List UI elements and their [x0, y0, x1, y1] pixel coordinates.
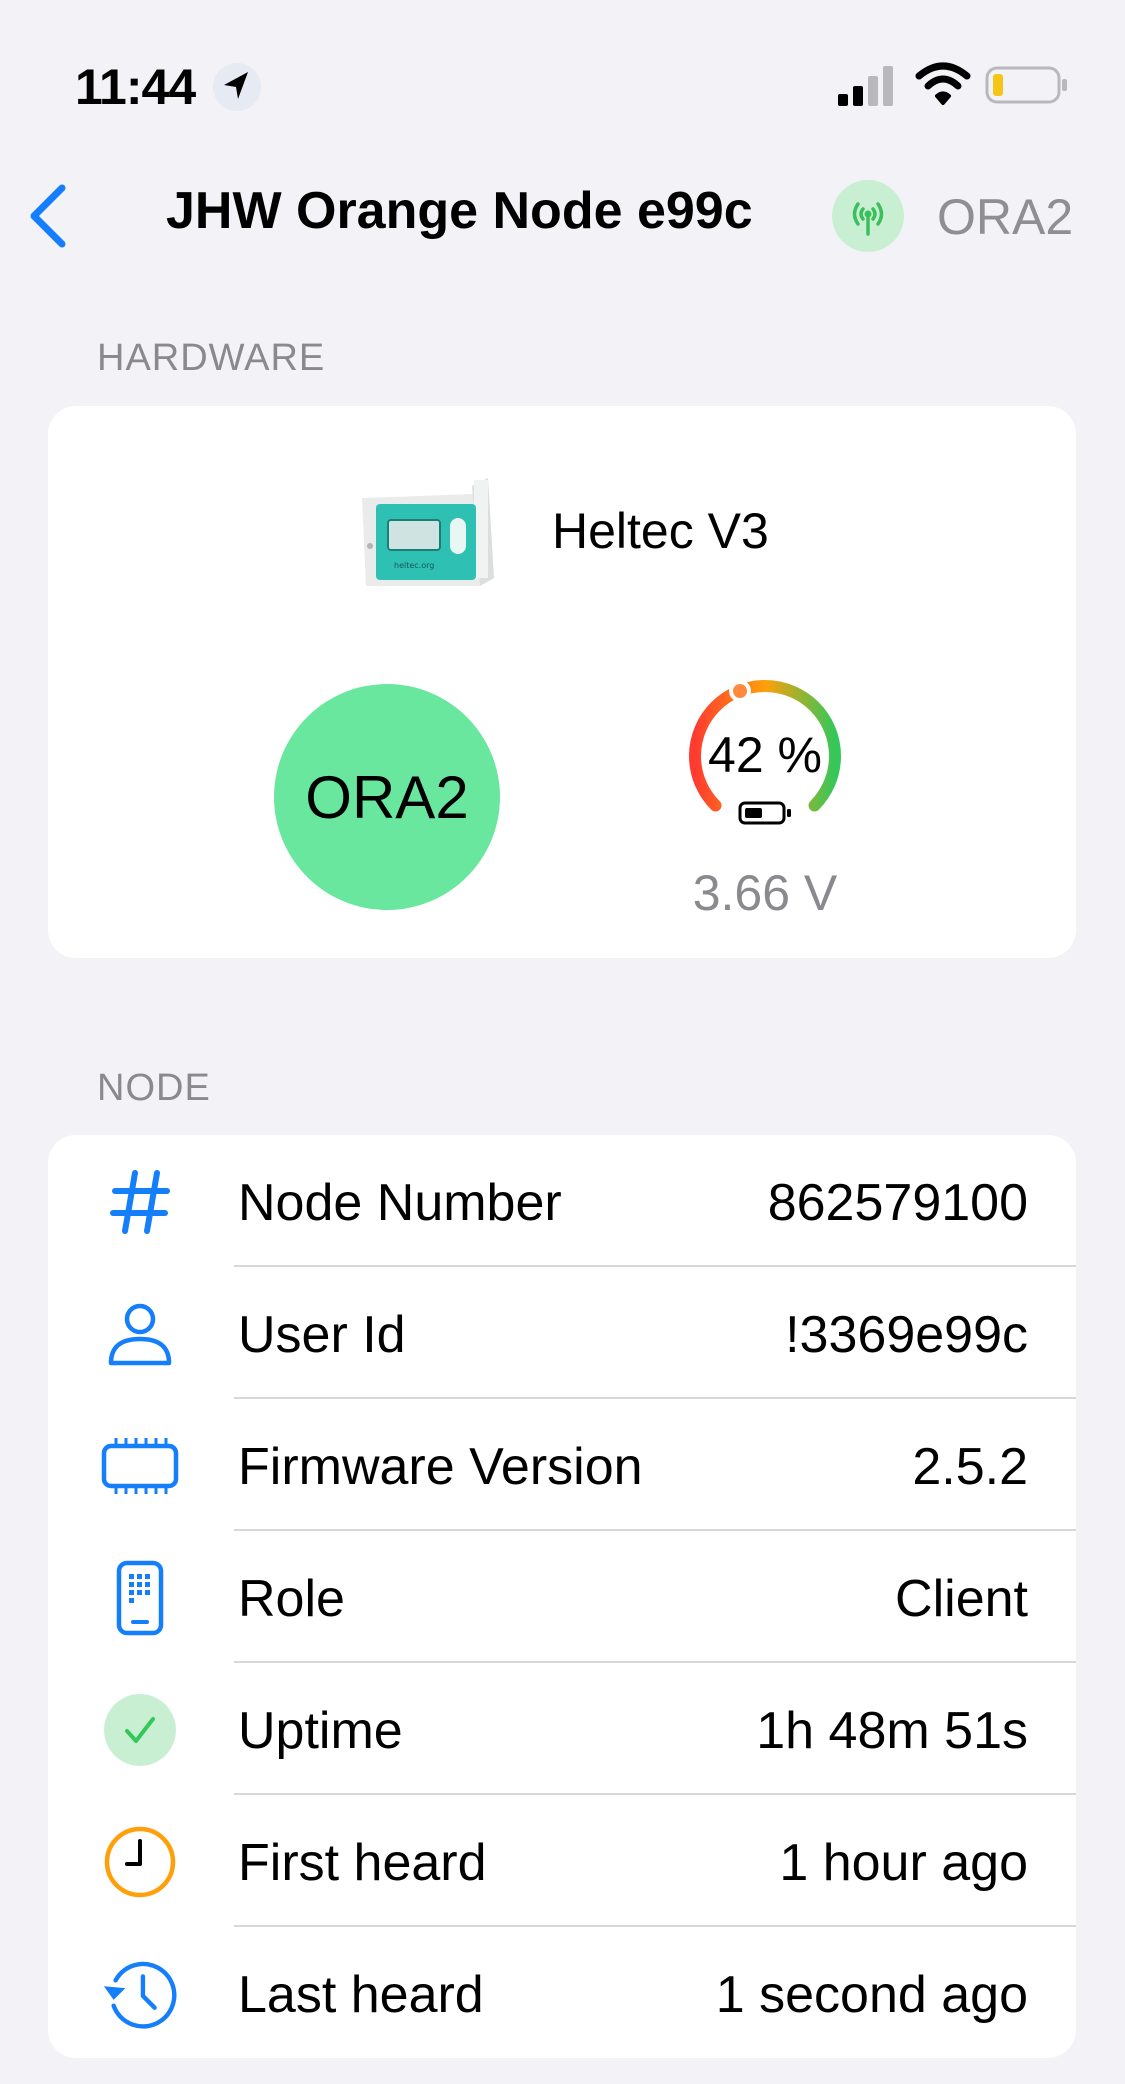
row-firmware-version[interactable]: Firmware Version 2.5.2 [48, 1399, 1076, 1531]
row-value: 1h 48m 51s [756, 1702, 1028, 1760]
row-value: Client [895, 1570, 1028, 1628]
battery-icon [985, 66, 1067, 104]
device-role-icon [100, 1560, 180, 1636]
hashtag-icon [100, 1165, 180, 1239]
row-label: Uptime [238, 1702, 403, 1760]
cpu-chip-icon [100, 1429, 180, 1503]
row-first-heard[interactable]: First heard 1 hour ago [48, 1795, 1076, 1927]
gauge-indicator [729, 680, 751, 702]
row-value: !3369e99c [785, 1306, 1028, 1364]
battery-level-icon [738, 801, 791, 825]
connected-antenna-button[interactable] [832, 180, 904, 252]
row-value: 1 second ago [715, 1966, 1028, 2024]
wifi-icon [915, 62, 971, 105]
row-label: First heard [238, 1834, 487, 1892]
row-label: Role [238, 1570, 345, 1628]
history-icon [100, 1957, 180, 2031]
node-info-list: Node Number 862579100 User Id !3369e99c … [48, 1135, 1076, 2058]
clock-icon [100, 1825, 180, 1899]
row-value: 862579100 [767, 1174, 1028, 1232]
hardware-section-header: HARDWARE [97, 337, 326, 379]
short-name-text: ORA2 [305, 763, 469, 831]
antenna-icon [852, 202, 884, 236]
back-chevron-icon[interactable] [20, 176, 80, 256]
row-role[interactable]: Role Client [48, 1531, 1076, 1663]
row-label: Node Number [238, 1174, 562, 1232]
short-name-avatar: ORA2 [274, 684, 500, 910]
row-label: Last heard [238, 1966, 484, 2024]
hardware-model: Heltec V3 [552, 503, 769, 559]
row-user-id[interactable]: User Id !3369e99c [48, 1267, 1076, 1399]
device-image: heltec.org [362, 478, 494, 586]
row-value: 2.5.2 [912, 1438, 1028, 1496]
node-section-header: NODE [97, 1067, 211, 1109]
battery-voltage: 3.66 V [692, 865, 838, 921]
row-uptime[interactable]: Uptime 1h 48m 51s [48, 1663, 1076, 1795]
status-bar: 11:44 [0, 0, 1125, 120]
row-label: Firmware Version [238, 1438, 643, 1496]
hardware-card: heltec.org Heltec V3 ORA2 42 % 3.66 V [48, 406, 1076, 958]
checkmark-circle-icon [100, 1693, 180, 1767]
row-value: 1 hour ago [779, 1834, 1028, 1892]
location-arrow-icon [213, 63, 261, 111]
row-label: User Id [238, 1306, 406, 1364]
row-last-heard[interactable]: Last heard 1 second ago [48, 1927, 1076, 2058]
row-node-number[interactable]: Node Number 862579100 [48, 1135, 1076, 1267]
battery-percent: 42 % [708, 727, 822, 783]
nav-short-name[interactable]: ORA2 [937, 188, 1073, 246]
cellular-signal-icon [838, 66, 893, 106]
status-time: 11:44 [75, 59, 196, 115]
person-icon [100, 1297, 180, 1371]
device-brand-text: heltec.org [394, 561, 434, 570]
page-title: JHW Orange Node e99c [166, 182, 753, 240]
